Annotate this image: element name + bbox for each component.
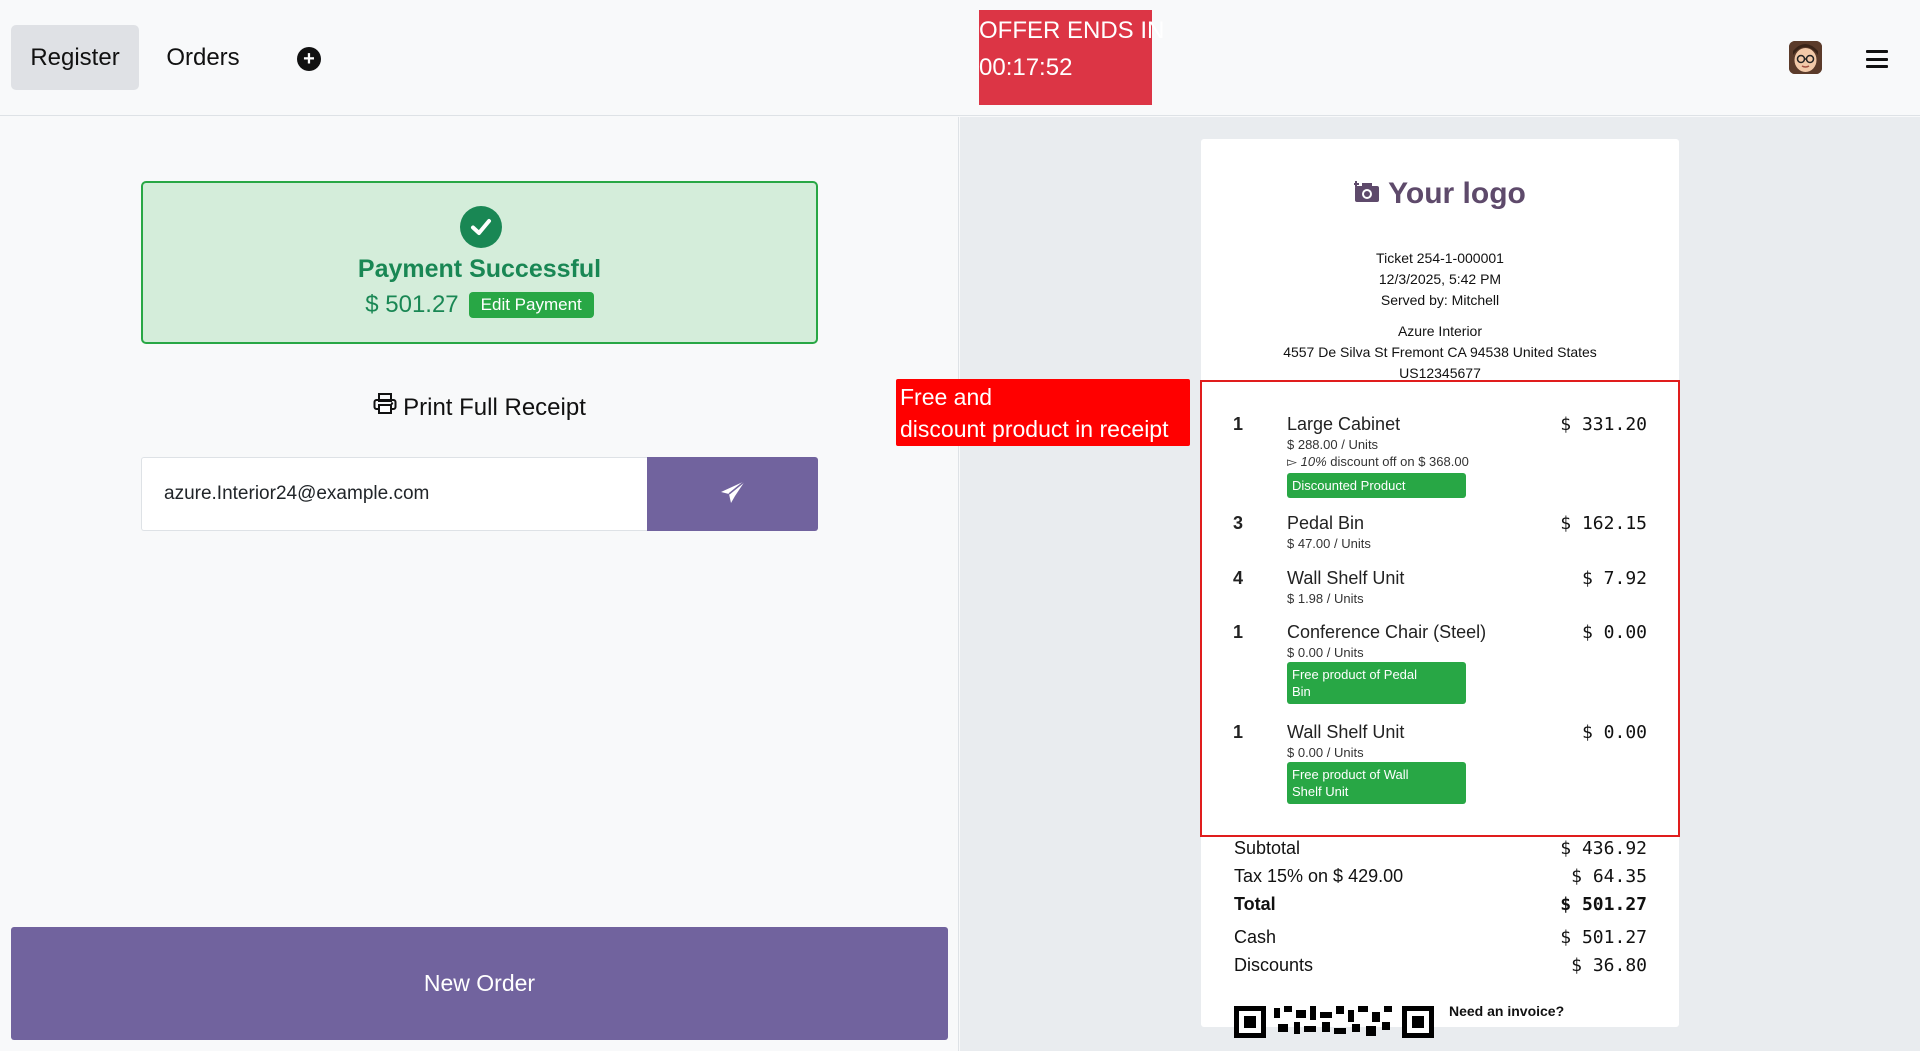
discounts-value: $ 36.80 bbox=[1571, 955, 1647, 976]
served-by: Served by: Mitchell bbox=[1380, 292, 1500, 308]
tab-orders[interactable]: Orders bbox=[150, 25, 256, 90]
check-circle-icon bbox=[460, 206, 502, 248]
offer-label: OFFER ENDS IN bbox=[979, 17, 1165, 44]
printer-icon bbox=[373, 393, 397, 422]
payment-success-box: Payment Successful $ 501.27 Edit Payment bbox=[141, 181, 818, 344]
print-full-receipt-button[interactable]: Print Full Receipt bbox=[141, 393, 818, 422]
email-input[interactable] bbox=[141, 457, 647, 531]
highlight-box bbox=[1200, 380, 1680, 837]
logo-text: Your logo bbox=[1388, 177, 1526, 210]
payment-success-title: Payment Successful bbox=[357, 255, 602, 283]
subtotal-label: Subtotal bbox=[1234, 838, 1301, 858]
need-invoice-label: Need an invoice? bbox=[1449, 1003, 1565, 1019]
company-vat: US12345677 bbox=[1399, 365, 1481, 381]
email-receipt-form bbox=[141, 457, 818, 531]
tax-value: $ 64.35 bbox=[1571, 866, 1647, 887]
menu-icon[interactable] bbox=[1866, 50, 1888, 68]
payment-pane: Payment Successful $ 501.27 Edit Payment… bbox=[0, 117, 959, 1051]
offer-timer: 00:17:52 bbox=[979, 54, 1073, 81]
company-address: 4557 De Silva St Fremont CA 94538 United… bbox=[1283, 344, 1597, 360]
send-email-button[interactable] bbox=[647, 457, 818, 531]
ticket-number: Ticket 254-1-000001 bbox=[1376, 250, 1504, 266]
add-order-icon[interactable]: + bbox=[297, 47, 321, 71]
subtotal-value: $ 436.92 bbox=[1560, 838, 1647, 859]
paper-plane-icon bbox=[720, 479, 746, 509]
discounts-label: Discounts bbox=[1234, 955, 1314, 975]
top-bar: Register Orders + OFFER ENDS IN 00:17:52 bbox=[0, 0, 1920, 116]
edit-payment-button[interactable]: Edit Payment bbox=[468, 292, 594, 318]
print-receipt-label: Print Full Receipt bbox=[403, 393, 586, 421]
receipt-logo: Your logo bbox=[1201, 177, 1679, 211]
new-order-button[interactable]: New Order bbox=[11, 927, 948, 1040]
annotation-label: Free and discount product in receipt bbox=[896, 379, 1190, 446]
cash-value: $ 501.27 bbox=[1560, 927, 1647, 948]
total-label: Total bbox=[1234, 894, 1276, 914]
qr-code bbox=[1234, 1006, 1434, 1040]
company-name: Azure Interior bbox=[1397, 323, 1483, 339]
camera-icon bbox=[1353, 177, 1380, 211]
payment-amount: $ 501.27 bbox=[365, 291, 459, 318]
cash-label: Cash bbox=[1234, 927, 1277, 947]
offer-countdown-banner: OFFER ENDS IN 00:17:52 bbox=[979, 10, 1165, 105]
total-value: $ 501.27 bbox=[1560, 894, 1647, 915]
receipt-datetime: 12/3/2025, 5:42 PM bbox=[1378, 271, 1502, 287]
tab-register[interactable]: Register bbox=[11, 25, 139, 90]
tax-label: Tax 15% on $ 429.00 bbox=[1234, 866, 1404, 886]
payment-amount-row: $ 501.27 Edit Payment bbox=[143, 291, 816, 319]
user-avatar[interactable] bbox=[1789, 41, 1822, 74]
